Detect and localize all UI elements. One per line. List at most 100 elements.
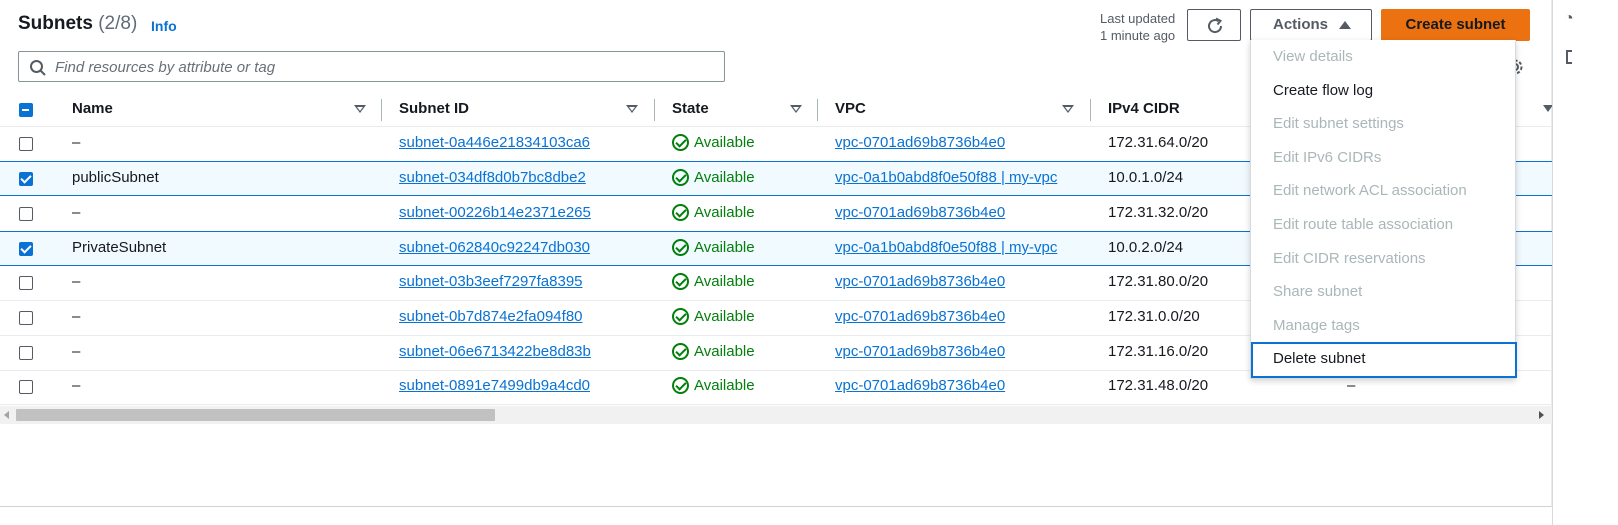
cell-name: – <box>72 343 81 360</box>
help-icon[interactable]: ◔ <box>1564 10 1574 28</box>
cell-subnet-id-link[interactable]: subnet-034df8d0b7bc8dbe2 <box>399 162 586 196</box>
panel-toggle-icon[interactable] <box>1566 50 1572 64</box>
cell-subnet-id-link[interactable]: subnet-00226b14e2371e265 <box>399 197 591 231</box>
column-divider[interactable] <box>381 99 382 121</box>
cell-state: Available <box>672 197 755 231</box>
state-label: Available <box>694 239 755 256</box>
scroll-right-arrow-icon[interactable] <box>1539 411 1544 419</box>
cell-ipv4-cidr: 172.31.32.0/20 <box>1108 204 1209 221</box>
cell-name: – <box>72 134 81 151</box>
actions-button-label: Actions <box>1273 16 1329 33</box>
cell-ipv4-cidr: 172.31.64.0/20 <box>1108 134 1209 151</box>
page-title-text: Subnets <box>18 13 93 34</box>
cell-state: Available <box>672 370 755 404</box>
actions-dropdown-menu: View details Create flow log Edit subnet… <box>1250 40 1517 379</box>
cell-vpc-link[interactable]: vpc-0701ad69b8736b4e0 <box>835 301 1005 335</box>
sort-down-icon[interactable] <box>790 105 802 113</box>
cell-state: Available <box>672 266 755 300</box>
check-circle-icon <box>672 307 689 325</box>
column-header-ipv4-cidr[interactable]: IPv4 CIDR <box>1108 93 1180 127</box>
sort-down-icon[interactable] <box>354 105 366 113</box>
menu-item-edit-cidr-reservations[interactable]: Edit CIDR reservations <box>1251 242 1517 275</box>
cell-ipv4-cidr: 172.31.16.0/20 <box>1108 343 1209 360</box>
cell-name: – <box>72 273 81 290</box>
cell-subnet-id-link[interactable]: subnet-062840c92247db030 <box>399 232 590 266</box>
column-header-subnet-id[interactable]: Subnet ID <box>399 93 469 127</box>
column-header-state[interactable]: State <box>672 93 709 127</box>
cell-ipv4-cidr: 10.0.1.0/24 <box>1108 169 1184 186</box>
column-header-vpc[interactable]: VPC <box>835 93 866 127</box>
cell-name: publicSubnet <box>72 169 159 186</box>
cell-ipv4-cidr: 10.0.2.0/24 <box>1108 239 1184 256</box>
cell-vpc-link[interactable]: vpc-0701ad69b8736b4e0 <box>835 336 1005 370</box>
menu-item-edit-subnet-settings[interactable]: Edit subnet settings <box>1251 107 1517 140</box>
horizontal-scrollbar[interactable] <box>0 406 1552 424</box>
row-checkbox[interactable] <box>19 172 33 186</box>
cell-name: – <box>72 204 81 221</box>
last-updated-time: 1 minute ago <box>1100 28 1176 43</box>
cell-subnet-id-link[interactable]: subnet-0891e7499db9a4cd0 <box>399 370 590 404</box>
menu-item-edit-route-table-association[interactable]: Edit route table association <box>1251 208 1517 241</box>
search-icon <box>30 60 46 76</box>
create-subnet-button[interactable]: Create subnet <box>1381 9 1530 41</box>
row-checkbox[interactable] <box>19 276 33 290</box>
cell-state: Available <box>672 232 755 266</box>
right-side-panel-rail: ◔ <box>1552 0 1618 525</box>
column-divider[interactable] <box>817 99 818 121</box>
column-header-name[interactable]: Name <box>72 93 113 127</box>
row-checkbox[interactable] <box>19 242 33 256</box>
check-circle-icon <box>672 272 689 290</box>
row-checkbox[interactable] <box>19 380 33 394</box>
cell-name: PrivateSubnet <box>72 239 167 256</box>
menu-item-manage-tags[interactable]: Manage tags <box>1251 309 1517 342</box>
menu-item-edit-network-acl-association[interactable]: Edit network ACL association <box>1251 174 1517 207</box>
menu-item-share-subnet[interactable]: Share subnet <box>1251 275 1517 308</box>
row-checkbox[interactable] <box>19 346 33 360</box>
row-checkbox[interactable] <box>19 137 33 151</box>
cell-name: – <box>72 308 81 325</box>
cell-state: Available <box>672 301 755 335</box>
cell-subnet-id-link[interactable]: subnet-06e6713422be8d83b <box>399 336 591 370</box>
last-updated-label: Last updated <box>1100 11 1176 26</box>
cell-vpc-link[interactable]: vpc-0a1b0abd8f0e50f88 | my-vpc <box>835 232 1057 266</box>
refresh-icon <box>1208 17 1223 34</box>
info-link[interactable]: Info <box>151 18 177 34</box>
cell-vpc-link[interactable]: vpc-0701ad69b8736b4e0 <box>835 370 1005 404</box>
sort-down-icon[interactable] <box>626 105 638 113</box>
cell-vpc-link[interactable]: vpc-0701ad69b8736b4e0 <box>835 266 1005 300</box>
state-label: Available <box>694 308 755 325</box>
select-all-checkbox[interactable] <box>19 103 33 117</box>
search-input[interactable] <box>53 56 713 78</box>
menu-item-create-flow-log[interactable]: Create flow log <box>1251 74 1517 107</box>
menu-item-view-details[interactable]: View details <box>1251 40 1517 73</box>
row-checkbox[interactable] <box>19 311 33 325</box>
subnets-panel: Subnets (2/8) Info Last updated 1 minute… <box>0 0 1553 507</box>
sort-down-icon[interactable] <box>1062 105 1074 113</box>
cell-subnet-id-link[interactable]: subnet-0b7d874e2fa094f80 <box>399 301 583 335</box>
search-box[interactable] <box>18 51 725 82</box>
menu-item-delete-subnet[interactable]: Delete subnet <box>1251 342 1517 378</box>
state-label: Available <box>694 134 755 151</box>
cell-state: Available <box>672 127 755 161</box>
state-label: Available <box>694 377 755 394</box>
menu-item-edit-ipv6-cidrs[interactable]: Edit IPv6 CIDRs <box>1251 141 1517 174</box>
check-circle-icon <box>672 203 689 221</box>
cell-subnet-id-link[interactable]: subnet-03b3eef7297fa8395 <box>399 266 583 300</box>
cell-state: Available <box>672 162 755 196</box>
scroll-left-arrow-icon[interactable] <box>4 411 9 419</box>
column-divider[interactable] <box>654 99 655 121</box>
actions-button[interactable]: Actions <box>1250 9 1372 41</box>
cell-ipv4-cidr: 172.31.0.0/20 <box>1108 308 1200 325</box>
refresh-button[interactable] <box>1187 9 1241 41</box>
row-checkbox[interactable] <box>19 207 33 221</box>
scrollbar-thumb[interactable] <box>16 409 495 421</box>
cell-vpc-link[interactable]: vpc-0a1b0abd8f0e50f88 | my-vpc <box>835 162 1057 196</box>
page-title: Subnets (2/8) <box>18 13 137 35</box>
caret-up-icon <box>1339 21 1351 29</box>
cell-subnet-id-link[interactable]: subnet-0a446e21834103ca6 <box>399 127 590 161</box>
cell-name: – <box>72 377 81 394</box>
cell-ipv4-cidr: 172.31.80.0/20 <box>1108 273 1209 290</box>
cell-vpc-link[interactable]: vpc-0701ad69b8736b4e0 <box>835 197 1005 231</box>
column-divider[interactable] <box>1090 99 1091 121</box>
cell-vpc-link[interactable]: vpc-0701ad69b8736b4e0 <box>835 127 1005 161</box>
